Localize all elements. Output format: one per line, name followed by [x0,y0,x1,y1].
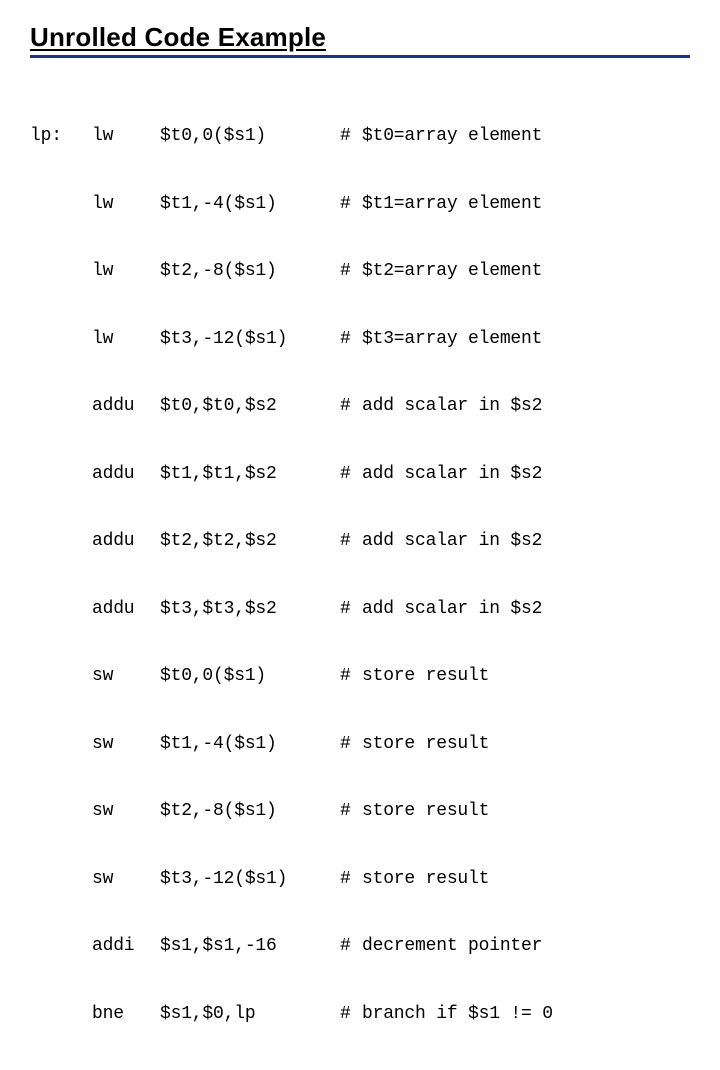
hash-icon: # [340,395,356,418]
code-row: bne $s1,$0,lp # branch if $s1 != 0 [30,1003,690,1026]
code-comment: branch if $s1 != 0 [356,1003,690,1026]
code-label [30,395,92,418]
code-comment: add scalar in $s2 [356,530,690,553]
code-opcode: sw [92,665,160,688]
hash-icon: # [340,598,356,621]
code-operand: $t1,$t1,$s2 [160,463,340,486]
code-label [30,733,92,756]
hash-icon: # [340,530,356,553]
hash-icon: # [340,665,356,688]
hash-icon: # [340,193,356,216]
code-opcode: addu [92,530,160,553]
code-operand: $t0,$t0,$s2 [160,395,340,418]
code-label [30,328,92,351]
code-opcode: sw [92,733,160,756]
code-label [30,1003,92,1026]
code-operand: $t3,-12($s1) [160,868,340,891]
code-comment: $t0=array element [356,125,690,148]
code-opcode: lw [92,193,160,216]
code-comment: decrement pointer [356,935,690,958]
code-operand: $t3,$t3,$s2 [160,598,340,621]
code-comment: store result [356,800,690,823]
code-comment: store result [356,665,690,688]
code-label [30,935,92,958]
code-comment: store result [356,733,690,756]
hash-icon: # [340,328,356,351]
code-opcode: lw [92,125,160,148]
code-operand: $s1,$0,lp [160,1003,340,1026]
code-label [30,463,92,486]
code-opcode: addu [92,463,160,486]
code-operand: $t2,$t2,$s2 [160,530,340,553]
code-operand: $t0,0($s1) [160,665,340,688]
slide: Unrolled Code Example lp: lw $t0,0($s1) … [0,0,720,540]
code-operand: $t3,-12($s1) [160,328,340,351]
code-label [30,193,92,216]
code-comment: $t1=array element [356,193,690,216]
code-comment: store result [356,868,690,891]
code-row: addu $t3,$t3,$s2 # add scalar in $s2 [30,598,690,621]
code-block: lp: lw $t0,0($s1) # $t0=array element lw… [30,80,690,1070]
code-label [30,598,92,621]
code-comment: add scalar in $s2 [356,598,690,621]
code-row: addu $t0,$t0,$s2 # add scalar in $s2 [30,395,690,418]
code-opcode: addu [92,395,160,418]
code-row: lw $t2,-8($s1) # $t2=array element [30,260,690,283]
code-opcode: lw [92,260,160,283]
hash-icon: # [340,733,356,756]
code-opcode: addi [92,935,160,958]
hash-icon: # [340,935,356,958]
code-row: sw $t1,-4($s1) # store result [30,733,690,756]
code-comment: $t3=array element [356,328,690,351]
code-opcode: sw [92,800,160,823]
hash-icon: # [340,800,356,823]
code-label: lp: [30,125,92,148]
code-label [30,260,92,283]
code-label [30,530,92,553]
code-comment: add scalar in $s2 [356,395,690,418]
hash-icon: # [340,868,356,891]
code-row: lp: lw $t0,0($s1) # $t0=array element [30,125,690,148]
page-title: Unrolled Code Example [30,22,326,52]
code-row: sw $t0,0($s1) # store result [30,665,690,688]
code-operand: $t1,-4($s1) [160,733,340,756]
code-operand: $s1,$s1,-16 [160,935,340,958]
code-operand: $t2,-8($s1) [160,800,340,823]
code-row: addi $s1,$s1,-16 # decrement pointer [30,935,690,958]
code-row: sw $t3,-12($s1) # store result [30,868,690,891]
code-row: lw $t1,-4($s1) # $t1=array element [30,193,690,216]
hash-icon: # [340,1003,356,1026]
title-container: Unrolled Code Example [30,22,690,58]
code-comment: add scalar in $s2 [356,463,690,486]
hash-icon: # [340,125,356,148]
code-label [30,868,92,891]
code-operand: $t0,0($s1) [160,125,340,148]
code-row: addu $t1,$t1,$s2 # add scalar in $s2 [30,463,690,486]
code-label [30,800,92,823]
code-row: sw $t2,-8($s1) # store result [30,800,690,823]
code-comment: $t2=array element [356,260,690,283]
code-row: lw $t3,-12($s1) # $t3=array element [30,328,690,351]
code-operand: $t2,-8($s1) [160,260,340,283]
code-opcode: sw [92,868,160,891]
code-operand: $t1,-4($s1) [160,193,340,216]
code-opcode: addu [92,598,160,621]
code-row: addu $t2,$t2,$s2 # add scalar in $s2 [30,530,690,553]
hash-icon: # [340,260,356,283]
code-label [30,665,92,688]
code-opcode: lw [92,328,160,351]
code-opcode: bne [92,1003,160,1026]
hash-icon: # [340,463,356,486]
